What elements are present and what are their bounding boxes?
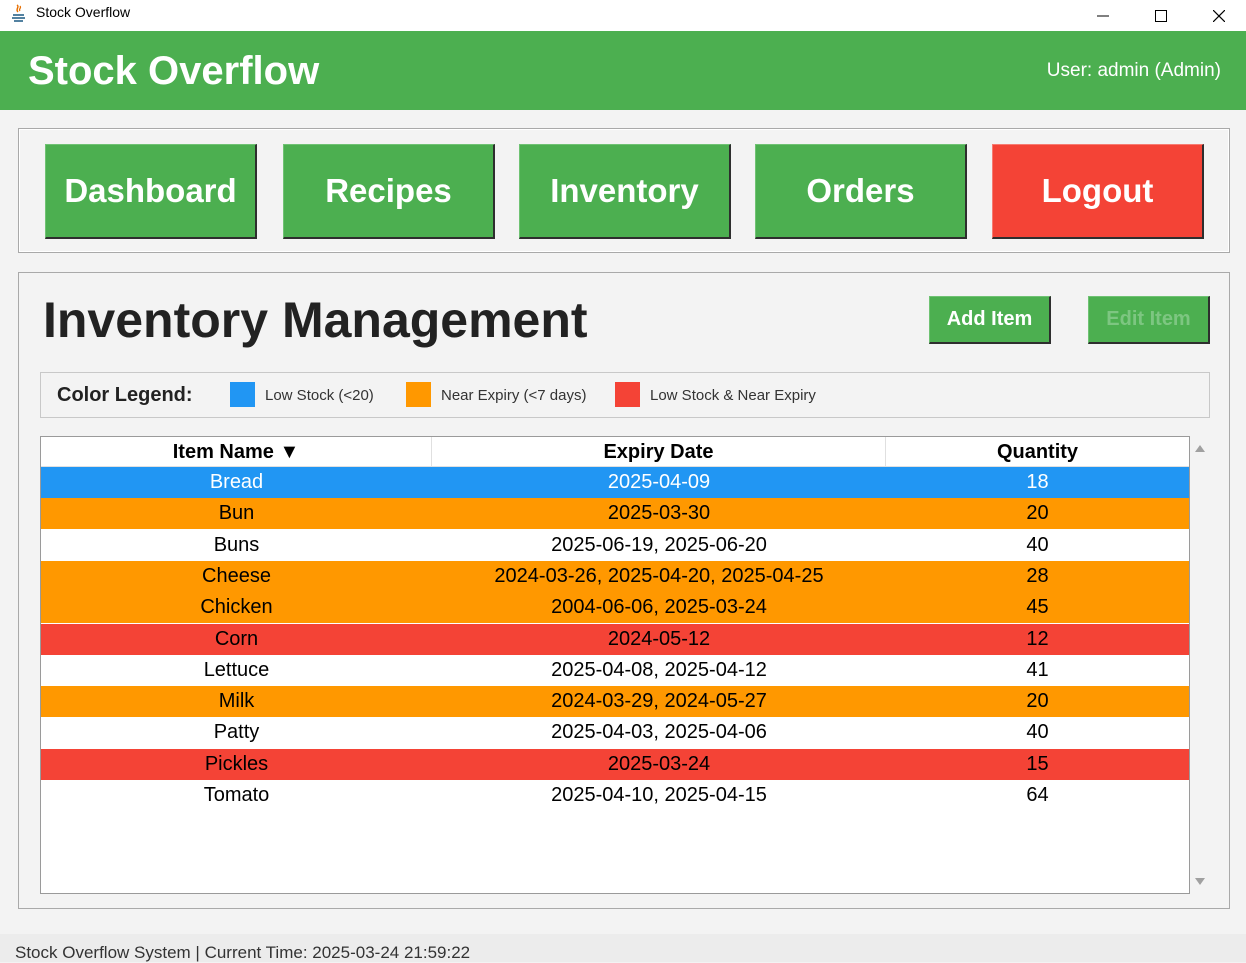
color-legend: Color Legend: Low Stock (<20) Near Expir…	[40, 372, 1210, 418]
status-text: Stock Overflow System | Current Time: 20…	[15, 943, 471, 962]
maximize-icon	[1155, 9, 1167, 22]
nav-panel: Dashboard Recipes Inventory Orders Logou…	[18, 128, 1230, 253]
legend-swatch-both	[615, 382, 640, 407]
cell-quantity: 20	[1026, 502, 1049, 525]
status-bar: Stock Overflow System | Current Time: 20…	[0, 934, 1246, 962]
java-icon	[12, 4, 25, 22]
table-row[interactable]: Patty 2025-04-03, 2025-04-06 40	[41, 717, 1189, 749]
table-row[interactable]: Pickles 2025-03-24 15	[41, 748, 1189, 780]
window-title: Stock Overflow	[36, 4, 131, 20]
minimize-icon	[1097, 15, 1109, 16]
inventory-button[interactable]: Inventory	[519, 144, 731, 239]
table-header: Item Name ▼ Expiry Date Quantity	[41, 437, 1189, 467]
cell-item-name: Buns	[213, 533, 260, 556]
cell-expiry-date: 2024-03-29, 2024-05-27	[551, 690, 767, 713]
close-button[interactable]	[1196, 0, 1242, 31]
cell-item-name: Pickles	[204, 752, 269, 775]
close-icon	[1213, 9, 1225, 22]
cell-item-name: Lettuce	[203, 658, 270, 681]
maximize-button[interactable]	[1138, 0, 1184, 31]
recipes-button[interactable]: Recipes	[283, 144, 495, 239]
cell-quantity: 20	[1026, 690, 1049, 713]
cell-expiry-date: 2025-04-10, 2025-04-15	[551, 784, 767, 806]
cell-quantity: 40	[1026, 533, 1049, 556]
legend-label-low-stock: Low Stock (<20)	[265, 387, 374, 404]
minimize-button[interactable]	[1080, 0, 1126, 31]
table-row[interactable]: Tomato 2025-04-10, 2025-04-15 64	[41, 780, 1189, 811]
cell-expiry-date: 2025-06-19, 2025-06-20	[551, 533, 767, 556]
cell-quantity: 28	[1026, 564, 1049, 587]
cell-quantity: 64	[1026, 784, 1049, 806]
cell-expiry-date: 2025-03-30	[607, 502, 711, 525]
table-row[interactable]: Buns 2025-06-19, 2025-06-20 40	[41, 529, 1189, 561]
legend-swatch-near-expiry	[406, 382, 431, 407]
window-titlebar: Stock Overflow	[0, 0, 1246, 31]
table-row[interactable]: Bun 2025-03-30 20	[41, 498, 1189, 530]
inventory-table[interactable]: Item Name ▼ Expiry Date Quantity Bread 20…	[40, 436, 1190, 894]
orders-button[interactable]: Orders	[755, 144, 967, 239]
table-scrollbar[interactable]	[1191, 436, 1209, 894]
column-header-expiry-date[interactable]: Expiry Date	[432, 437, 886, 467]
legend-title: Color Legend:	[57, 384, 193, 406]
cell-expiry-date: 2025-03-24	[607, 752, 711, 775]
cell-item-name: Chicken	[200, 596, 273, 619]
table-row[interactable]: Bread 2025-04-09 18	[41, 467, 1189, 498]
table-row[interactable]: Chicken 2004-06-06, 2025-03-24 45	[41, 592, 1189, 624]
cell-expiry-date: 2004-06-06, 2025-03-24	[551, 596, 767, 619]
legend-label-both: Low Stock & Near Expiry	[650, 387, 816, 404]
cell-item-name: Cheese	[202, 564, 271, 587]
cell-item-name: Milk	[218, 690, 255, 713]
cell-item-name: Tomato	[203, 784, 270, 806]
app-brand: Stock Overflow	[28, 49, 320, 93]
cell-item-name: Bread	[209, 471, 264, 493]
table-row[interactable]: Lettuce 2025-04-08, 2025-04-12 41	[41, 654, 1189, 686]
cell-expiry-date: 2024-03-26, 2025-04-20, 2025-04-25	[494, 564, 824, 587]
edit-item-button[interactable]: Edit Item	[1088, 296, 1210, 344]
inventory-panel: Inventory Management Add Item Edit Item …	[18, 272, 1230, 909]
legend-label-near-expiry: Near Expiry (<7 days)	[441, 387, 587, 404]
dashboard-button[interactable]: Dashboard	[45, 144, 257, 239]
table-row[interactable]: Corn 2024-05-12 12	[41, 623, 1189, 655]
column-header-quantity[interactable]: Quantity	[886, 437, 1189, 467]
scroll-down-icon[interactable]	[1195, 878, 1205, 885]
page-title: Inventory Management	[43, 292, 588, 348]
logout-button[interactable]: Logout	[992, 144, 1204, 239]
cell-quantity: 12	[1026, 627, 1049, 650]
cell-item-name: Bun	[218, 502, 255, 525]
cell-expiry-date: 2025-04-03, 2025-04-06	[551, 721, 767, 744]
table-row[interactable]: Cheese 2024-03-26, 2025-04-20, 2025-04-25…	[41, 560, 1189, 592]
cell-item-name: Patty	[213, 721, 260, 744]
cell-expiry-date: 2024-05-12	[607, 627, 711, 650]
add-item-button[interactable]: Add Item	[929, 296, 1051, 344]
cell-quantity: 45	[1026, 596, 1049, 619]
cell-quantity: 18	[1026, 471, 1049, 493]
column-header-item-name[interactable]: Item Name ▼	[41, 437, 432, 467]
cell-quantity: 41	[1026, 658, 1049, 681]
user-label: User: admin (Admin)	[1046, 60, 1221, 81]
cell-expiry-date: 2025-04-09	[607, 471, 711, 493]
scroll-up-icon[interactable]	[1195, 445, 1205, 452]
legend-swatch-low-stock	[230, 382, 255, 407]
cell-quantity: 15	[1026, 752, 1049, 775]
cell-quantity: 40	[1026, 721, 1049, 744]
cell-item-name: Corn	[214, 627, 259, 650]
cell-expiry-date: 2025-04-08, 2025-04-12	[551, 658, 767, 681]
table-row[interactable]: Milk 2024-03-29, 2024-05-27 20	[41, 686, 1189, 718]
app-header: Stock Overflow User: admin (Admin)	[0, 31, 1246, 110]
